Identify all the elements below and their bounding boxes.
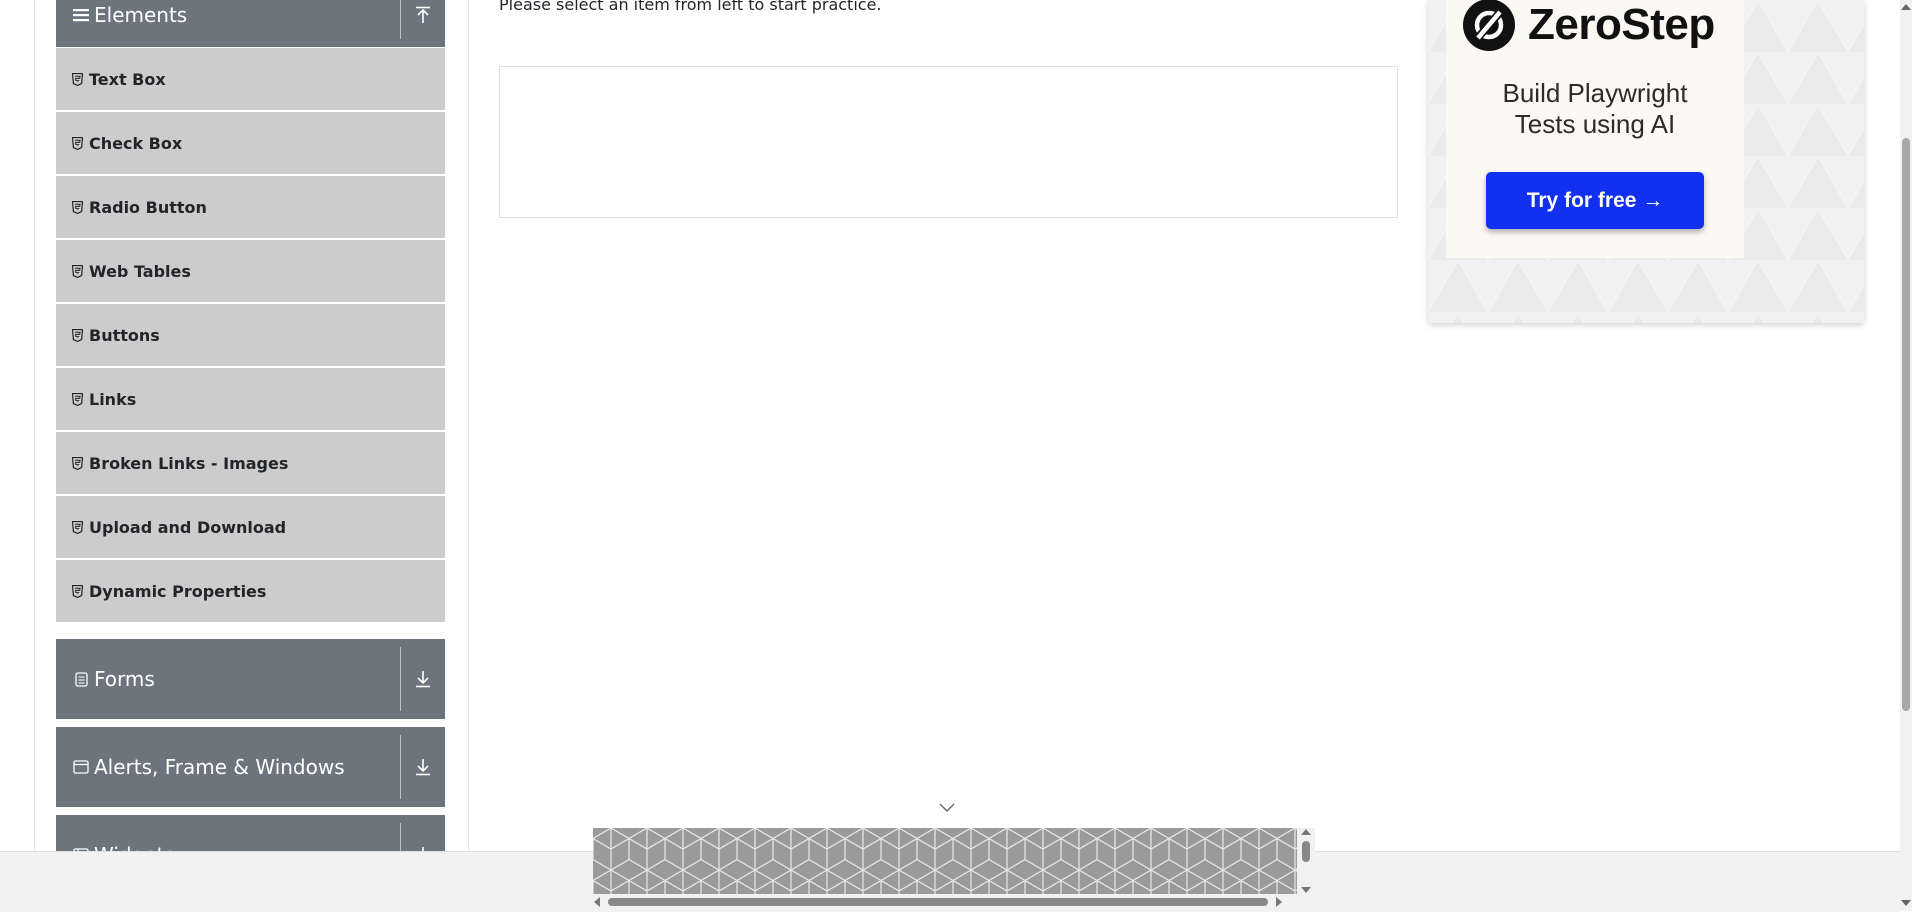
menu-item-label: Text Box [89, 69, 166, 89]
try-for-free-button[interactable]: Try for free → [1486, 172, 1704, 229]
group-title: Elements [94, 3, 188, 27]
expand-arrow-icon[interactable] [401, 639, 445, 719]
menu-item-label: Web Tables [89, 261, 191, 281]
chevron-down-icon[interactable] [939, 803, 955, 813]
html5-icon [71, 136, 83, 150]
menu-item-label: Radio Button [89, 197, 207, 217]
html5-icon [71, 520, 83, 534]
group-title: Alerts, Frame & Windows [94, 755, 345, 779]
ad-headline-line-2: Tests using AI [1514, 109, 1676, 139]
ad-headline-line-1: Build Playwright [1502, 78, 1688, 108]
menu-item-upload-and-download[interactable]: Upload and Download [56, 496, 445, 560]
page-scroll-thumb[interactable] [1902, 138, 1910, 711]
banner-vertical-scrollbar[interactable] [1297, 828, 1315, 894]
practice-content-area [499, 66, 1398, 218]
menu-item-label: Check Box [89, 133, 183, 153]
group-title: Forms [94, 667, 155, 691]
html5-icon [71, 328, 83, 342]
expand-arrow-icon[interactable] [401, 727, 445, 807]
html5-icon [71, 200, 83, 214]
html5-icon [71, 264, 83, 278]
menu-item-radio-button[interactable]: Radio Button [56, 176, 445, 240]
sidebar-divider [468, 0, 469, 851]
menu-item-web-tables[interactable]: Web Tables [56, 240, 445, 304]
menu-item-label: Broken Links - Images [89, 453, 289, 473]
banner-pattern [593, 828, 1297, 894]
html5-icon [71, 456, 83, 470]
scroll-down-arrow-icon[interactable] [1900, 898, 1912, 908]
html5-icon [71, 392, 83, 406]
menu-item-links[interactable]: Links [56, 368, 445, 432]
menu-item-label: Links [89, 389, 137, 409]
menu-item-label: Buttons [89, 325, 160, 345]
ad-headline: Build Playwright Tests using AI [1446, 78, 1744, 140]
group-header-alerts-frame-windows[interactable]: Alerts, Frame & Windows [56, 727, 445, 807]
page-scrollbar[interactable] [1900, 0, 1912, 911]
menu-item-buttons[interactable]: Buttons [56, 304, 445, 368]
left-border [34, 0, 35, 851]
advertisement[interactable]: ZeroStep Build Playwright Tests using AI… [1428, 0, 1864, 323]
scroll-up-arrow-icon[interactable] [1900, 2, 1912, 12]
menu-item-dynamic-properties[interactable]: Dynamic Properties [56, 560, 445, 624]
group-header-forms[interactable]: Forms [56, 639, 445, 719]
banner-horizontal-scrollbar[interactable] [593, 894, 1315, 910]
menu-item-text-box[interactable]: Text Box [56, 48, 445, 112]
menu-item-broken-links-images[interactable]: Broken Links - Images [56, 432, 445, 496]
menu-item-check-box[interactable]: Check Box [56, 112, 445, 176]
collapse-arrow-icon[interactable] [401, 0, 445, 47]
menu-item-label: Upload and Download [89, 517, 287, 537]
document-icon [72, 670, 90, 688]
html5-icon [71, 584, 83, 598]
html5-icon [71, 72, 83, 86]
menu-item-label: Dynamic Properties [89, 581, 267, 601]
practice-instruction: Please select an item from left to start… [499, 0, 882, 14]
window-icon [72, 758, 90, 776]
zerostep-logo: ZeroStep [1462, 0, 1715, 51]
hamburger-icon [72, 6, 90, 24]
zerostep-logo-icon [1463, 0, 1515, 51]
group-header-elements[interactable]: Elements [56, 0, 445, 47]
ad-card: ZeroStep Build Playwright Tests using AI… [1446, 0, 1744, 258]
ad-brand-name: ZeroStep [1528, 0, 1715, 49]
bottom-banner-ad[interactable] [593, 828, 1297, 894]
